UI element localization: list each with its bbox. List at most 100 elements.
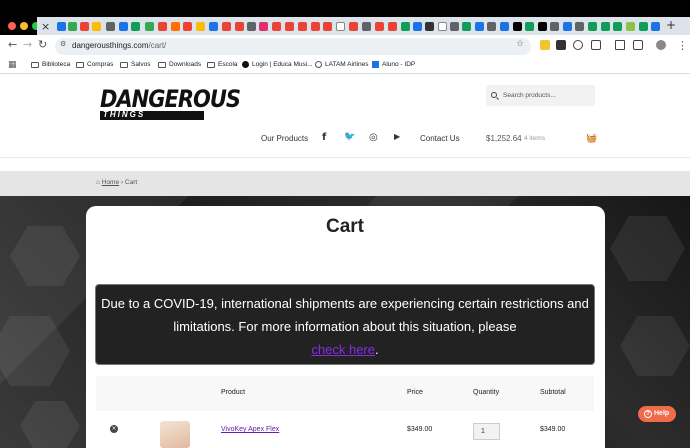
bookmark-item[interactable]: Login | Educa Musi... [242, 61, 313, 68]
bookmark-item[interactable]: LATAM Airlines [315, 61, 368, 68]
tab-favicon[interactable] [145, 22, 154, 31]
apps-grid-icon[interactable]: ▦ [8, 60, 17, 70]
tab-favicon[interactable] [298, 22, 307, 31]
downloads-icon[interactable] [633, 40, 643, 50]
instagram-icon[interactable]: ◎ [369, 132, 378, 143]
breadcrumb-separator: › [120, 179, 124, 186]
tab-favicon[interactable] [401, 22, 410, 31]
breadcrumb: ⌂ Home › Cart [96, 179, 137, 186]
tab-favicon[interactable] [513, 22, 522, 31]
tab-favicon[interactable] [413, 22, 422, 31]
extension-icon[interactable] [556, 40, 566, 50]
bookmark-item[interactable]: Downloads [158, 61, 201, 68]
bookmark-star-icon[interactable]: ☆ [516, 39, 524, 49]
bookmark-label: Escola [218, 61, 238, 68]
decorative-hexagon [20, 401, 80, 448]
twitter-icon[interactable]: 🐦 [344, 132, 355, 142]
header-cart-total[interactable]: $1,252.64 [486, 134, 522, 143]
tab-favicon[interactable] [613, 22, 622, 31]
tab-favicon[interactable] [131, 22, 140, 31]
tab-favicon[interactable] [563, 22, 572, 31]
tab-favicon[interactable] [538, 22, 547, 31]
tab-favicon[interactable] [196, 22, 205, 31]
extensions-puzzle-icon[interactable] [591, 40, 601, 50]
tab-favicon[interactable] [222, 22, 231, 31]
tab-favicon[interactable] [462, 22, 471, 31]
tab-favicon[interactable] [550, 22, 559, 31]
tab-close-icon[interactable]: × [41, 20, 50, 33]
tab-favicon[interactable] [639, 22, 648, 31]
tab-favicon[interactable] [336, 22, 345, 31]
check-here-link[interactable]: check here [311, 342, 375, 357]
bookmark-item[interactable]: Compras [76, 61, 113, 68]
product-name-link[interactable]: VivoKey Apex Flex [221, 426, 279, 433]
tab-favicon[interactable] [323, 22, 332, 31]
tab-favicon[interactable] [209, 22, 218, 31]
tab-favicon[interactable] [285, 22, 294, 31]
url-domain: dangerousthings.com [72, 41, 149, 50]
tab-favicon[interactable] [375, 22, 384, 31]
bookmark-label: Biblioteca [42, 61, 71, 68]
tab-favicon[interactable] [626, 22, 635, 31]
window-close-button[interactable] [8, 22, 16, 30]
tab-favicon[interactable] [651, 22, 660, 31]
remove-item-icon[interactable]: × [110, 425, 118, 433]
folder-icon [158, 61, 166, 68]
tab-favicon[interactable] [588, 22, 597, 31]
menu-kebab-icon[interactable]: ⋮ [677, 39, 688, 52]
bookmark-item[interactable]: Biblioteca [31, 61, 70, 68]
window-minimize-button[interactable] [20, 22, 28, 30]
site-info-icon[interactable]: ⚙ [60, 40, 66, 48]
new-tab-button[interactable]: + [666, 18, 676, 32]
tab-favicon[interactable] [247, 22, 256, 31]
tab-favicon[interactable] [475, 22, 484, 31]
tab-favicon[interactable] [272, 22, 281, 31]
back-arrow-icon[interactable]: ← [8, 38, 17, 51]
tab-favicon[interactable] [487, 22, 496, 31]
tab-favicon[interactable] [362, 22, 371, 31]
extension-icon[interactable] [540, 40, 550, 50]
extension-icon[interactable] [573, 40, 583, 50]
nav-our-products[interactable]: Our Products [261, 134, 308, 143]
tab-favicon[interactable] [500, 22, 509, 31]
basket-icon[interactable]: 🧺 [586, 134, 597, 144]
tab-favicon[interactable] [525, 22, 534, 31]
bookmark-item[interactable]: Salvos [120, 61, 151, 68]
site-logo[interactable]: DANGEROUS [100, 85, 241, 113]
tab-favicon[interactable] [119, 22, 128, 31]
nav-contact-us[interactable]: Contact Us [420, 134, 460, 143]
tab-favicon[interactable] [438, 22, 447, 31]
side-panel-icon[interactable] [615, 40, 625, 50]
tab-favicon[interactable] [158, 22, 167, 31]
tab-favicon[interactable] [80, 22, 89, 31]
tab-favicon[interactable] [388, 22, 397, 31]
tab-favicon[interactable] [450, 22, 459, 31]
bookmark-label: Aluno - IDP [382, 61, 416, 68]
bookmark-item[interactable]: Aluno - IDP [372, 61, 415, 68]
bookmark-label: Login | Educa Musi... [252, 61, 313, 68]
reload-icon[interactable]: ↻ [38, 38, 47, 51]
profile-avatar[interactable] [656, 40, 666, 50]
quantity-input[interactable]: 1 [473, 423, 500, 440]
header-cart-count[interactable]: 4 items [524, 135, 545, 142]
tab-favicon[interactable] [425, 22, 434, 31]
bookmark-item[interactable]: Escola [207, 61, 238, 68]
tab-favicon[interactable] [183, 22, 192, 31]
tab-favicon[interactable] [575, 22, 584, 31]
tab-favicon[interactable] [311, 22, 320, 31]
tab-favicon[interactable] [68, 22, 77, 31]
tab-favicon[interactable] [92, 22, 101, 31]
breadcrumb-home[interactable]: Home [102, 179, 119, 186]
tab-favicon[interactable] [349, 22, 358, 31]
tab-favicon[interactable] [106, 22, 115, 31]
tab-favicon[interactable] [235, 22, 244, 31]
forward-arrow-icon[interactable]: → [23, 38, 32, 51]
tab-favicon[interactable] [601, 22, 610, 31]
tab-favicon[interactable] [57, 22, 66, 31]
tab-favicon[interactable] [259, 22, 268, 31]
tab-favicon[interactable] [171, 22, 180, 31]
site-logo-sub[interactable]: THINGS [100, 110, 204, 120]
facebook-icon[interactable]: f [322, 132, 326, 143]
youtube-icon[interactable]: ▶ [394, 132, 400, 141]
product-thumbnail[interactable] [160, 421, 190, 448]
